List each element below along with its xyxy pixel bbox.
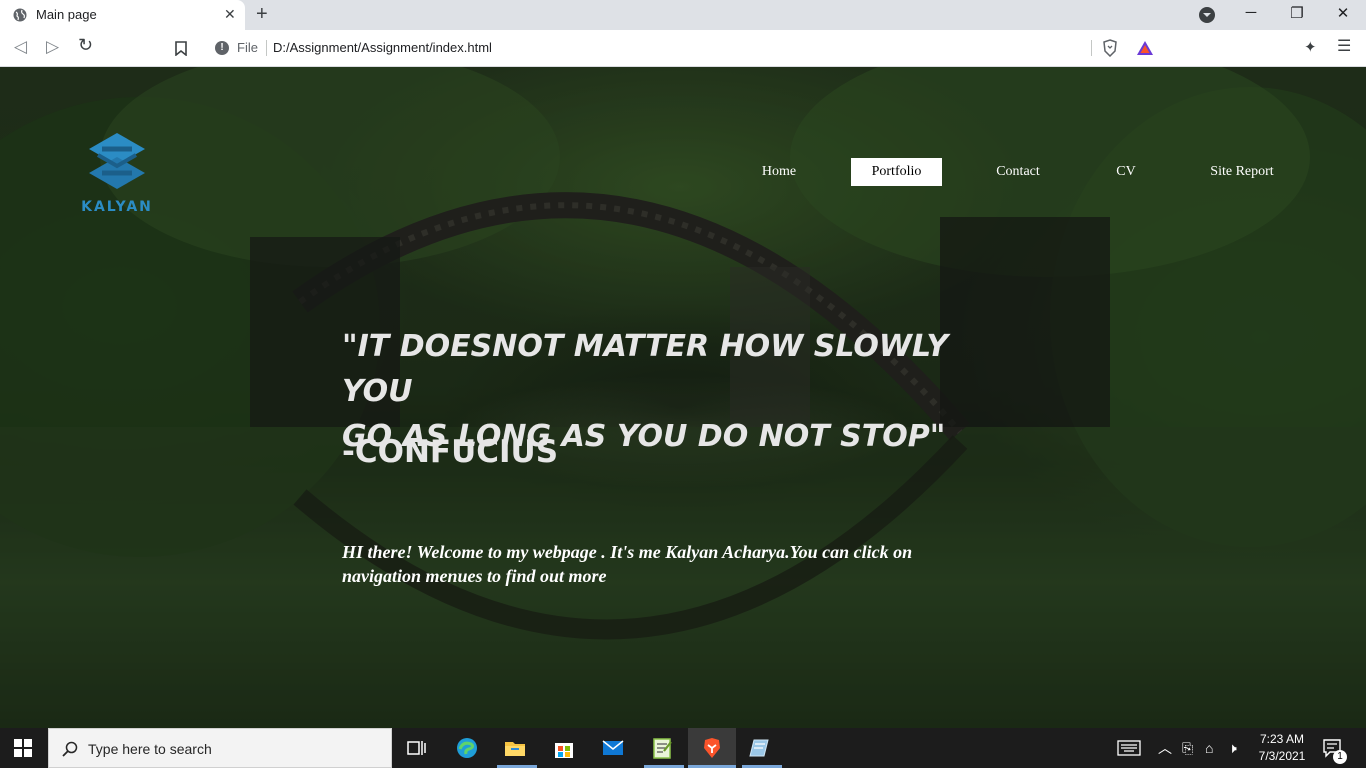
chevron-up-icon[interactable]: ︿ — [1158, 738, 1172, 758]
globe-icon — [13, 8, 27, 22]
nav-portfolio[interactable]: Portfolio — [851, 158, 942, 186]
back-icon[interactable]: ◁ — [14, 37, 27, 57]
address-bar[interactable]: ! File D:/Assignment/Assignment/index.ht… — [203, 34, 1163, 62]
browser-toolbar: ◁ ▷ ↻ ! File D:/Assignment/Assignment/in… — [0, 30, 1366, 67]
microsoft-store-icon[interactable] — [552, 736, 576, 760]
meet-now-icon[interactable]: ⎘ — [1182, 740, 1193, 757]
mail-icon[interactable] — [601, 736, 625, 760]
browser-tab[interactable]: Main page ✕ — [0, 0, 245, 30]
site-logo[interactable]: KALYAN — [78, 131, 156, 217]
bookmark-icon[interactable] — [175, 41, 187, 56]
url-text[interactable]: D:/Assignment/Assignment/index.html — [273, 40, 492, 55]
restore-icon[interactable]: ❐ — [1287, 4, 1307, 22]
volume-icon[interactable]: 🕨 — [1228, 740, 1237, 757]
brave-browser-icon[interactable] — [700, 736, 724, 760]
nav-site-report[interactable]: Site Report — [1200, 158, 1284, 186]
tab-strip: Main page ✕ + ─ ❐ ✕ — [0, 0, 1366, 30]
minimize-icon[interactable]: ─ — [1241, 4, 1261, 21]
divider — [1091, 40, 1092, 56]
nav-cv[interactable]: CV — [1105, 158, 1147, 186]
notification-badge: 1 — [1333, 750, 1347, 764]
forward-icon[interactable]: ▷ — [46, 37, 59, 57]
close-tab-icon[interactable]: ✕ — [224, 6, 236, 23]
brave-shield-icon[interactable] — [1102, 39, 1118, 57]
windows-start-icon[interactable] — [14, 739, 32, 757]
search-placeholder: Type here to search — [88, 741, 212, 757]
taskbar-search[interactable]: Type here to search — [48, 728, 392, 768]
nav-contact[interactable]: Contact — [983, 158, 1053, 186]
clock-date[interactable]: 7/3/2021 — [1256, 749, 1308, 763]
close-window-icon[interactable]: ✕ — [1333, 4, 1353, 22]
tab-search-icon[interactable] — [1199, 7, 1215, 23]
taskbar: Type here to search ︿ ⎘ ⌂ 🕨 7:23 AM 7/3/… — [0, 728, 1366, 768]
welcome-text: HI there! Welcome to my webpage . It's m… — [342, 542, 913, 586]
quote-author: -CONFUCIUS — [342, 434, 559, 470]
brave-rewards-icon[interactable] — [1136, 40, 1154, 56]
keyboard-icon[interactable] — [1117, 740, 1141, 756]
edge-icon[interactable] — [455, 736, 479, 760]
menu-icon[interactable]: ☰ — [1337, 36, 1351, 56]
quote-line-1: "IT DOESNOT MATTER HOW SLOWLY YOU — [342, 329, 949, 409]
divider — [266, 40, 267, 56]
hero-section: KALYAN Home Portfolio Contact CV Site Re… — [0, 67, 1366, 728]
logo-mark-icon — [89, 133, 145, 189]
tab-title: Main page — [36, 7, 97, 22]
notepad-plus-icon[interactable] — [650, 736, 674, 760]
logo-text: KALYAN — [81, 199, 153, 215]
extensions-icon[interactable]: ✦ — [1304, 38, 1317, 56]
file-explorer-icon[interactable] — [503, 736, 527, 760]
nav-home[interactable]: Home — [748, 158, 810, 186]
network-icon[interactable]: ⌂ — [1205, 740, 1213, 756]
reload-icon[interactable]: ↻ — [78, 35, 93, 56]
task-view-icon[interactable] — [404, 736, 428, 760]
new-tab-icon[interactable]: + — [256, 3, 268, 26]
url-scheme: File — [237, 40, 258, 55]
search-icon — [62, 741, 78, 757]
notes-app-icon[interactable] — [748, 736, 772, 760]
info-icon[interactable]: ! — [215, 41, 229, 55]
clock-time[interactable]: 7:23 AM — [1256, 732, 1308, 746]
